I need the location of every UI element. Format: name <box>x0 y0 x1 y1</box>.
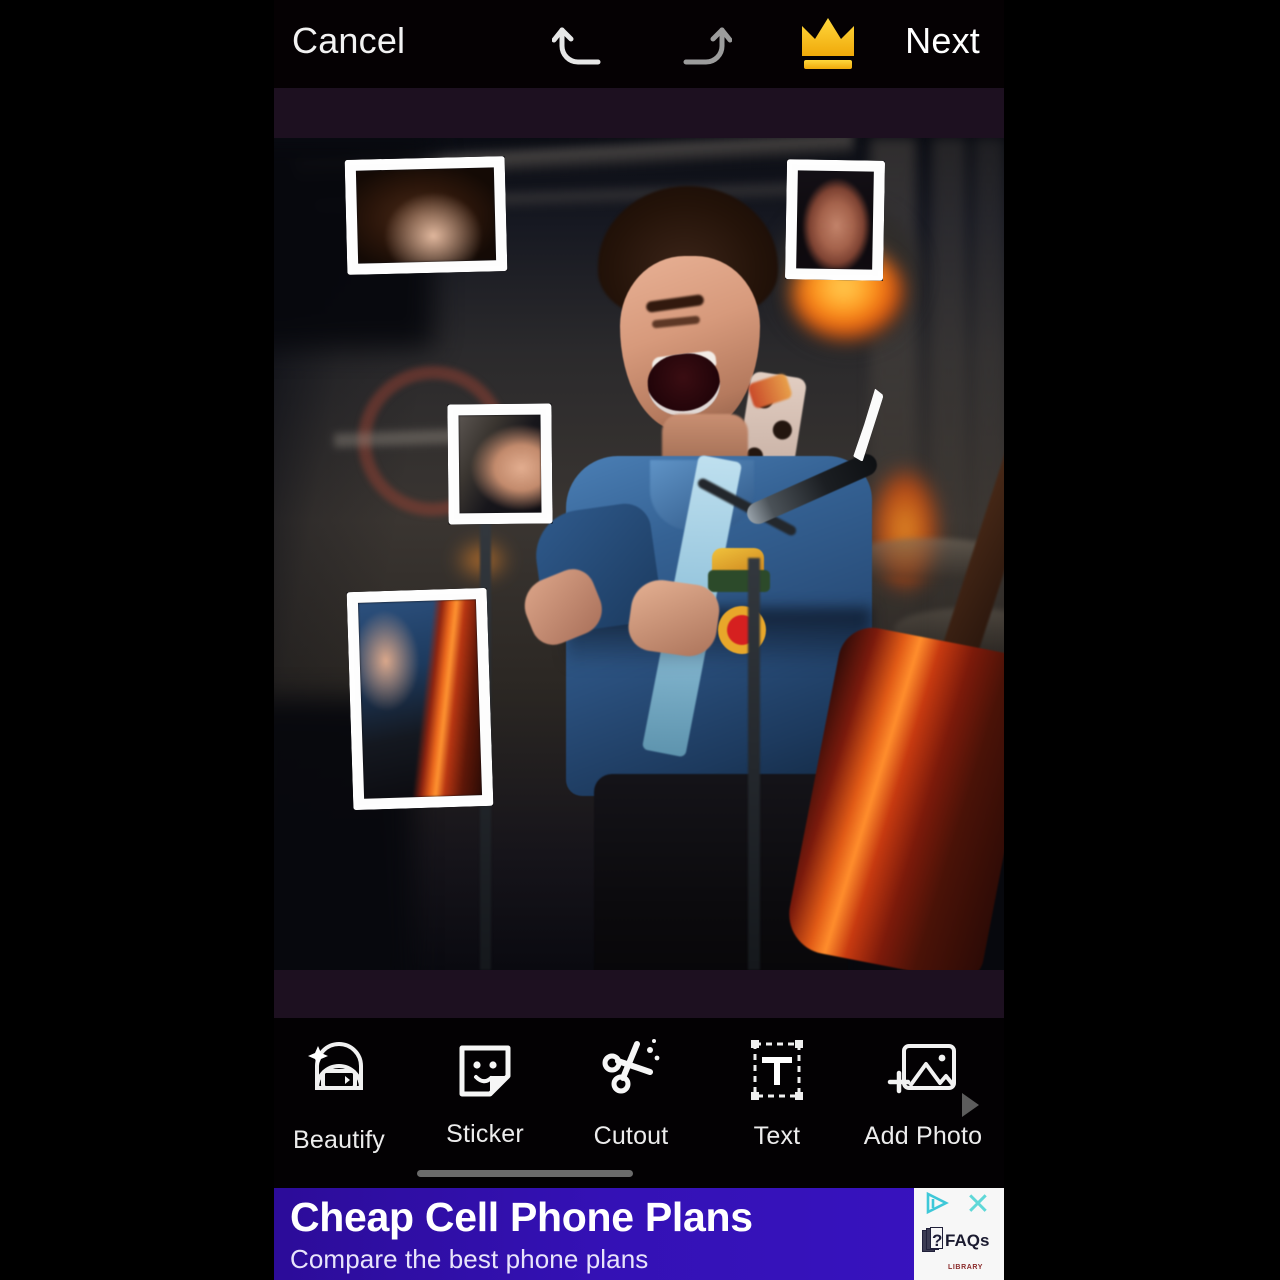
screen-root: Cancel Next Beautify Sticker Cutout Text… <box>0 0 1280 1280</box>
mic-stand <box>748 558 760 970</box>
cutout-frame-content <box>796 170 874 270</box>
cutout-frame-mouth[interactable] <box>447 403 553 525</box>
tool-label: Sticker <box>446 1120 524 1148</box>
cutout-frame-content <box>355 167 497 264</box>
pages-icon: ? <box>922 1227 943 1253</box>
redo-arrow-icon[interactable] <box>670 16 733 72</box>
ad-close-button[interactable]: ✕ <box>960 1188 996 1222</box>
ad-brand-name: FAQs <box>945 1230 990 1250</box>
phone-viewport: Cancel Next Beautify Sticker Cutout Text… <box>274 0 1004 1280</box>
jacket-patch <box>708 570 770 592</box>
cutout-frame-guitar[interactable] <box>346 587 494 811</box>
cancel-button[interactable]: Cancel <box>292 20 405 62</box>
tool-sticker[interactable]: Sticker <box>412 1018 558 1168</box>
cutout-frame-content <box>357 599 483 799</box>
crown-icon[interactable] <box>797 12 859 74</box>
undo-arrow-icon[interactable] <box>551 16 614 72</box>
cutout-frame-content <box>458 414 542 514</box>
tool-label: Text <box>753 1122 801 1150</box>
edited-photo[interactable] <box>274 138 1004 970</box>
cutout-frame-ear[interactable] <box>784 159 886 281</box>
cutout-frame-hair[interactable] <box>344 156 508 275</box>
ad-banner[interactable]: Cheap Cell Phone Plans Compare the best … <box>274 1188 1004 1280</box>
ad-brand-subname: LIBRARY <box>948 1264 984 1271</box>
tool-label: Beautify <box>293 1126 385 1154</box>
scissors-icon <box>595 1036 667 1108</box>
top-bar: Cancel Next <box>274 0 1004 88</box>
edit-canvas[interactable] <box>274 88 1004 1018</box>
tool-text[interactable]: Text <box>704 1018 850 1168</box>
ad-subtitle: Compare the best phone plans <box>290 1244 649 1274</box>
bottom-toolbar: Beautify Sticker Cutout Text Add Photo <box>274 1018 1004 1188</box>
canvas-bottom-band <box>274 970 1004 1018</box>
text-box-icon <box>741 1036 813 1108</box>
ad-title: Cheap Cell Phone Plans <box>290 1194 753 1240</box>
tool-label: Add Photo <box>863 1122 983 1150</box>
tool-label: Cutout <box>593 1122 669 1150</box>
performer-strumming-hand <box>625 576 723 660</box>
sticker-smiley-icon <box>450 1036 520 1106</box>
beautify-face-icon <box>301 1036 377 1112</box>
add-photo-icon <box>884 1036 962 1108</box>
tool-beautify[interactable]: Beautify <box>274 1018 412 1168</box>
tool-cutout[interactable]: Cutout <box>558 1018 704 1168</box>
canvas-top-band <box>274 88 1004 138</box>
chevron-right-icon[interactable] <box>962 1093 979 1117</box>
performer-figure <box>516 178 1004 970</box>
faqs-library-logo: ? FAQs LIBRARY <box>922 1218 996 1271</box>
next-button[interactable]: Next <box>905 20 980 62</box>
adchoices-icon[interactable] <box>922 1190 954 1216</box>
toolbar-scroll-indicator[interactable] <box>417 1170 633 1177</box>
tool-list: Beautify Sticker Cutout Text Add Photo <box>274 1018 1004 1188</box>
ad-brand-mark: ? <box>932 1231 943 1250</box>
